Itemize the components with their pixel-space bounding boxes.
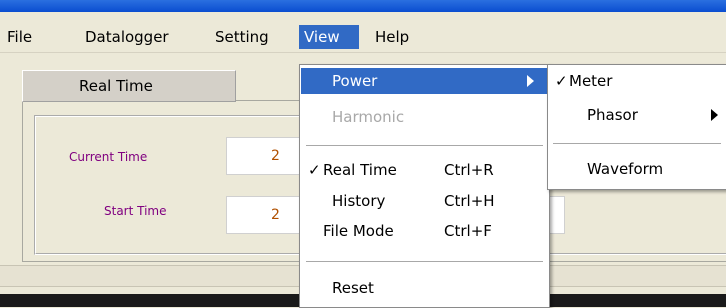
view-menu-file-mode[interactable]: File Mode Ctrl+F	[301, 218, 548, 244]
menu-help[interactable]: Help	[370, 25, 414, 49]
view-menu-real-time[interactable]: ✓ Real Time Ctrl+R	[301, 157, 548, 183]
submenu-arrow-icon	[527, 75, 534, 87]
meter-label: Meter	[569, 72, 613, 90]
tab-label: Real Time	[79, 77, 153, 95]
start-time-label: Start Time	[104, 204, 167, 218]
submenu-meter[interactable]: ✓ Meter	[549, 68, 725, 94]
menu-separator	[306, 261, 543, 262]
waveform-label: Waveform	[587, 160, 664, 178]
menu-file[interactable]: File	[2, 25, 37, 49]
submenu-waveform[interactable]: Waveform	[549, 156, 725, 182]
view-menu-history[interactable]: History Ctrl+H	[301, 188, 548, 214]
view-menu: Power Harmonic ✓ Real Time Ctrl+R Histor…	[299, 64, 550, 308]
view-menu-harmonic: Harmonic	[301, 104, 548, 130]
harmonic-label: Harmonic	[332, 108, 405, 126]
submenu-arrow-icon	[711, 109, 718, 121]
menu-view[interactable]: View	[299, 25, 359, 49]
current-time-label: Current Time	[69, 150, 148, 164]
file-mode-shortcut: Ctrl+F	[444, 222, 492, 240]
menu-separator	[306, 145, 543, 146]
history-label: History	[332, 192, 386, 210]
file-mode-label: File Mode	[323, 222, 394, 240]
current-time-field[interactable]: 2	[226, 137, 308, 175]
view-menu-power[interactable]: Power	[301, 68, 548, 94]
start-time-value: 2	[271, 207, 280, 223]
real-time-shortcut: Ctrl+R	[444, 161, 494, 179]
menu-separator	[553, 143, 721, 144]
submenu-phasor[interactable]: Phasor	[549, 102, 725, 128]
menu-setting[interactable]: Setting	[210, 25, 274, 49]
phasor-label: Phasor	[587, 106, 638, 124]
history-shortcut: Ctrl+H	[444, 192, 495, 210]
menu-datalogger[interactable]: Datalogger	[80, 25, 174, 49]
window-title-bar	[0, 0, 726, 12]
power-label: Power	[332, 72, 378, 90]
start-time-field[interactable]: 2	[226, 196, 308, 234]
current-time-value: 2	[271, 148, 280, 164]
power-submenu: ✓ Meter Phasor Waveform	[547, 64, 726, 190]
menu-bar: File Datalogger Setting View Help	[0, 22, 726, 53]
reset-label: Reset	[332, 279, 374, 297]
check-icon: ✓	[555, 72, 568, 90]
check-icon: ✓	[308, 161, 321, 179]
tab-real-time[interactable]: Real Time	[22, 70, 236, 102]
view-menu-reset[interactable]: Reset	[301, 275, 548, 301]
real-time-label: Real Time	[323, 161, 397, 179]
